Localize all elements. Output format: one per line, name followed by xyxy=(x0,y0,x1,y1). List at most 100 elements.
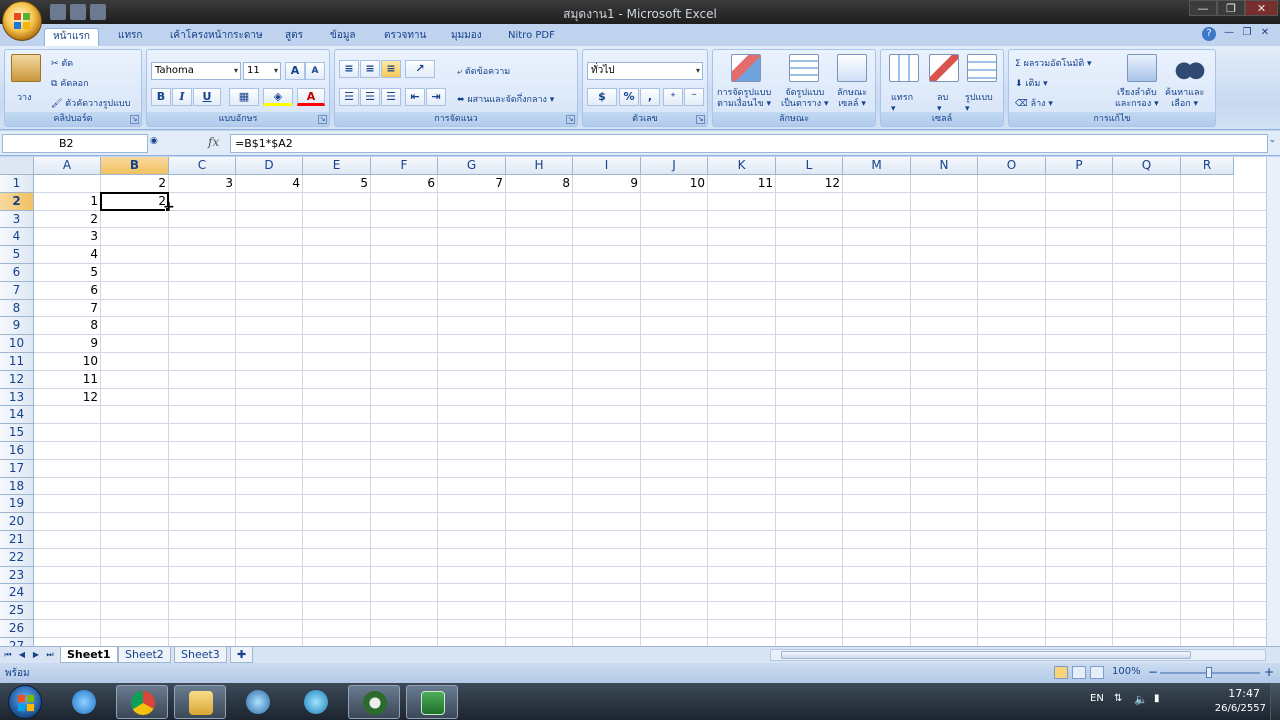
format-painter-button[interactable]: 🖌 ตัวคัดวางรูปแบบ xyxy=(51,96,130,110)
row-header-8[interactable]: 8 xyxy=(0,299,34,318)
delete-cells-button[interactable]: ลบ ▾ xyxy=(937,90,948,114)
comma-button[interactable]: , xyxy=(640,88,660,106)
show-desktop-button[interactable] xyxy=(1270,683,1280,720)
column-header-r[interactable]: R xyxy=(1181,157,1234,175)
column-header-k[interactable]: K xyxy=(708,157,776,175)
cell-h1[interactable]: 8 xyxy=(506,175,573,192)
column-header-n[interactable]: N xyxy=(911,157,978,175)
maximize-button[interactable]: ❐ xyxy=(1217,0,1245,16)
cell-i1[interactable]: 9 xyxy=(573,175,641,192)
cell-a2[interactable]: 1 xyxy=(34,193,101,210)
column-header-b[interactable]: B xyxy=(101,157,169,175)
sheet-tab-sheet3[interactable]: Sheet3 xyxy=(174,647,227,663)
alignment-launcher-icon[interactable]: ↘ xyxy=(566,115,575,124)
ribbon-minimize-icon[interactable]: — xyxy=(1222,27,1236,41)
help-icon[interactable]: ? xyxy=(1202,27,1216,41)
cell-g1[interactable]: 7 xyxy=(438,175,506,192)
row-header-2[interactable]: 2 xyxy=(0,192,34,211)
cell-k1[interactable]: 11 xyxy=(708,175,776,192)
cell-j1[interactable]: 10 xyxy=(641,175,708,192)
row-header-26[interactable]: 26 xyxy=(0,620,34,638)
name-box-dropdown-icon[interactable]: ◉ xyxy=(150,136,158,146)
cell-a8[interactable]: 7 xyxy=(34,300,101,317)
tab-page-layout[interactable]: เค้าโครงหน้ากระดาษ xyxy=(162,28,271,46)
paste-icon[interactable] xyxy=(11,54,41,82)
cell-b1[interactable]: 2 xyxy=(101,175,169,192)
row-header-4[interactable]: 4 xyxy=(0,228,34,247)
taskbar-excel[interactable] xyxy=(406,685,458,719)
expand-formula-bar-icon[interactable]: ⌄ xyxy=(1269,135,1279,153)
row-header-20[interactable]: 20 xyxy=(0,513,34,531)
taskbar-network[interactable] xyxy=(290,685,342,719)
cell-a11[interactable]: 10 xyxy=(34,353,101,370)
tab-view[interactable]: มุมมอง xyxy=(443,28,490,46)
cell-a4[interactable]: 3 xyxy=(34,228,101,245)
font-color-button[interactable]: A xyxy=(297,88,325,106)
align-right-button[interactable]: ☰ xyxy=(381,88,401,106)
currency-button[interactable]: $ xyxy=(587,88,617,106)
grow-font-button[interactable]: A xyxy=(285,62,305,80)
sort-filter-button[interactable]: เรียงลำดับ และกรอง ▾ xyxy=(1115,88,1159,110)
network-icon[interactable]: ▮ xyxy=(1154,693,1160,704)
cut-button[interactable]: ✂ ตัด xyxy=(51,56,73,70)
column-header-i[interactable]: I xyxy=(573,157,641,175)
minimize-button[interactable]: — xyxy=(1189,0,1217,16)
cell-a9[interactable]: 8 xyxy=(34,317,101,334)
row-header-18[interactable]: 18 xyxy=(0,477,34,496)
clock-date[interactable]: 26/6/2557 xyxy=(1215,703,1266,714)
format-cells-button[interactable]: รูปแบบ ▾ xyxy=(965,90,993,114)
prev-sheet-button[interactable]: ◀ xyxy=(16,649,28,661)
column-header-a[interactable]: A xyxy=(34,157,101,175)
merge-center-button[interactable]: ⬌ ผสานและจัดกึ่งกลาง ▾ xyxy=(457,92,554,106)
cell-f1[interactable]: 6 xyxy=(371,175,438,192)
close-button[interactable]: ✕ xyxy=(1245,0,1278,16)
decrease-indent-button[interactable]: ⇤ xyxy=(405,88,425,106)
cell-a12[interactable]: 11 xyxy=(34,371,101,388)
formula-input[interactable]: =B$1*$A2 xyxy=(230,134,1268,153)
select-all-corner[interactable] xyxy=(0,157,34,175)
column-header-l[interactable]: L xyxy=(776,157,843,175)
font-size-select[interactable]: 11 ▾ xyxy=(243,62,281,80)
row-header-13[interactable]: 13 xyxy=(0,388,34,407)
row-header-1[interactable]: 1 xyxy=(0,175,34,193)
normal-view-icon[interactable] xyxy=(1054,666,1068,679)
taskbar-chrome[interactable] xyxy=(116,685,168,719)
cell-l1[interactable]: 12 xyxy=(776,175,843,192)
tab-nitro-pdf[interactable]: Nitro PDF xyxy=(500,28,563,46)
find-select-button[interactable]: ค้นหาและ เลือก ▾ xyxy=(1165,88,1204,110)
horizontal-scrollbar[interactable] xyxy=(770,649,1266,661)
vertical-scrollbar[interactable] xyxy=(1266,157,1280,646)
row-header-19[interactable]: 19 xyxy=(0,495,34,514)
column-header-c[interactable]: C xyxy=(169,157,236,175)
row-header-17[interactable]: 17 xyxy=(0,459,34,478)
increase-decimal-button[interactable]: ⁺ xyxy=(663,88,683,106)
zoom-slider-thumb[interactable] xyxy=(1206,667,1212,678)
bold-button[interactable]: B xyxy=(151,88,171,106)
align-bottom-button[interactable]: ≡ xyxy=(381,60,401,78)
sheet-tab-sheet1[interactable]: Sheet1 xyxy=(60,647,118,663)
autosum-button[interactable]: Σ ผลรวมอัตโนมัติ ▾ xyxy=(1015,56,1092,70)
paste-button[interactable]: วาง xyxy=(17,90,32,104)
cell-a6[interactable]: 5 xyxy=(34,264,101,281)
cell-a13[interactable]: 12 xyxy=(34,389,101,406)
spreadsheet-grid[interactable]: ABCDEFGHIJKLMNOPQR 1 2 3 4 5 6 7 8 9 10 11 12 13 14 15… xyxy=(0,157,1266,646)
insert-sheet-icon[interactable]: ✚ xyxy=(230,647,254,663)
clear-button[interactable]: ⌫ ล้าง ▾ xyxy=(1015,96,1053,110)
tab-insert[interactable]: แทรก xyxy=(110,28,150,46)
tab-data[interactable]: ข้อมูล xyxy=(322,28,364,46)
last-sheet-button[interactable]: ⏭ xyxy=(44,649,56,661)
zoom-level[interactable]: 100% xyxy=(1112,666,1141,677)
fill-color-button[interactable]: ◈ xyxy=(263,88,293,106)
copy-button[interactable]: ⧉ คัดลอก xyxy=(51,76,89,90)
format-as-table-button[interactable]: จัดรูปแบบ เป็นตาราง ▾ xyxy=(781,88,829,110)
decrease-decimal-button[interactable]: ⁻ xyxy=(684,88,704,106)
clipboard-launcher-icon[interactable]: ↘ xyxy=(130,115,139,124)
number-launcher-icon[interactable]: ↘ xyxy=(696,115,705,124)
next-sheet-button[interactable]: ▶ xyxy=(30,649,42,661)
tray-arrows-icon[interactable]: ⇅ xyxy=(1114,693,1122,704)
conditional-formatting-button[interactable]: การจัดรูปแบบ ตามเงื่อนไข ▾ xyxy=(717,88,771,110)
increase-indent-button[interactable]: ⇥ xyxy=(426,88,446,106)
fill-button[interactable]: ⬇ เติม ▾ xyxy=(1015,76,1048,90)
cell-a5[interactable]: 4 xyxy=(34,246,101,263)
cell-a7[interactable]: 6 xyxy=(34,282,101,299)
